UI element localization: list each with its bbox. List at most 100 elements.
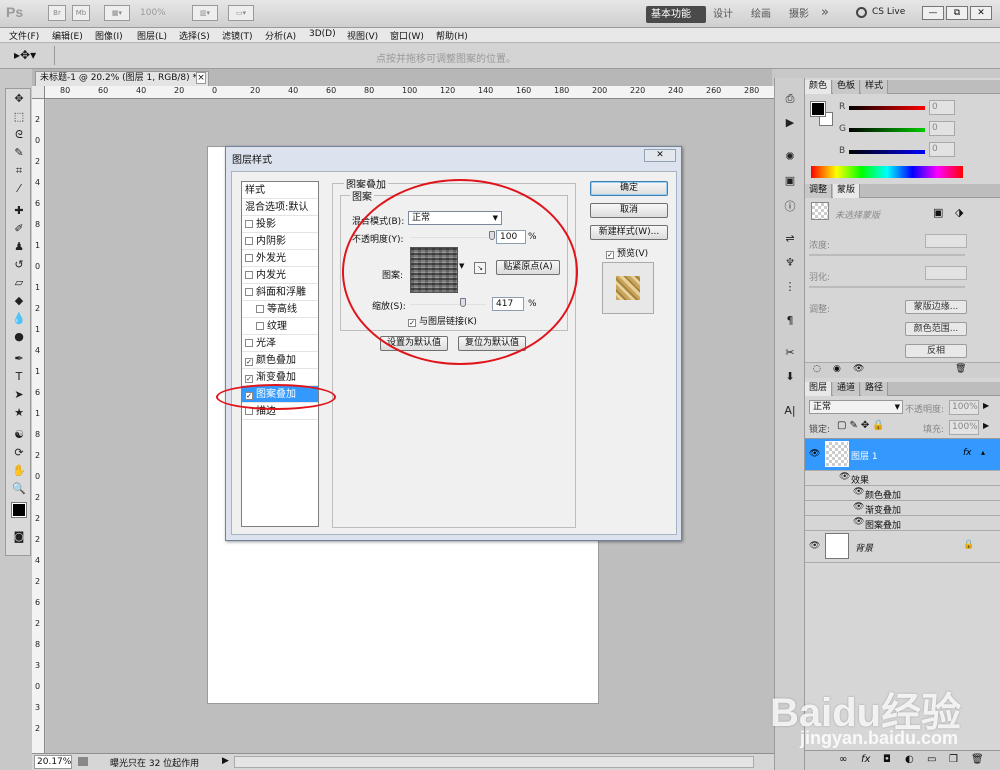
feather-field[interactable] — [925, 266, 967, 280]
menu-window[interactable]: 窗口(W) — [390, 29, 424, 42]
cs-live-menu[interactable]: CS Live — [872, 7, 905, 17]
zoom-level-select[interactable]: 100% — [140, 8, 166, 18]
effect-eye-icon[interactable]: 👁 — [853, 502, 864, 512]
style-item[interactable]: 等高线 — [242, 301, 318, 318]
feather-slider[interactable] — [809, 286, 965, 288]
quick-select-tool-icon[interactable]: ✎ — [10, 145, 28, 161]
layer-fill-field[interactable]: 100% — [949, 420, 979, 435]
character-panel-icon[interactable]: A| — [781, 404, 799, 420]
history-brush-tool-icon[interactable]: ↺ — [10, 257, 28, 273]
blur-tool-icon[interactable]: 💧 — [10, 311, 28, 327]
info-panel-icon[interactable]: ⓘ — [781, 198, 799, 214]
ruler-origin[interactable] — [32, 86, 45, 99]
tab-color[interactable]: 颜色 — [805, 80, 833, 94]
hand-tool-icon[interactable]: ✋ — [10, 463, 28, 479]
move-tool-preset-icon[interactable]: ▸✥▾ — [14, 48, 36, 62]
menu-filter[interactable]: 滤镜(T) — [222, 29, 253, 42]
restore-button[interactable]: ⧉ — [946, 6, 968, 20]
style-checkbox[interactable] — [245, 237, 253, 245]
tab-masks[interactable]: 蒙版 — [833, 184, 861, 198]
crop-tool-icon[interactable]: ⌗ — [10, 163, 28, 179]
tab-adjustments[interactable]: 调整 — [805, 184, 833, 198]
3d-orbit-tool-icon[interactable]: ⟳ — [10, 445, 28, 461]
style-checkbox[interactable] — [245, 288, 253, 296]
mini-bridge-icon[interactable]: Mb — [72, 5, 90, 21]
lasso-tool-icon[interactable]: ᘓ — [10, 127, 28, 143]
style-item[interactable]: 内阴影 — [242, 233, 318, 250]
style-checkbox[interactable] — [245, 271, 253, 279]
preview-checkbox[interactable]: ✓ — [606, 251, 614, 259]
tab-channels[interactable]: 通道 — [833, 382, 861, 396]
tab-swatches[interactable]: 色板 — [833, 80, 861, 94]
fx-badge-icon[interactable]: fx — [963, 448, 972, 458]
minimize-button[interactable]: — — [922, 6, 944, 20]
tool-presets-icon[interactable]: ⇌ — [781, 232, 799, 248]
effect-eye-icon[interactable]: 👁 — [853, 517, 864, 527]
style-checkbox[interactable] — [245, 220, 253, 228]
effects-row[interactable]: 👁 效果 — [805, 471, 1000, 486]
type-tool-icon[interactable]: T — [10, 369, 28, 385]
styles-header[interactable]: 样式 — [242, 182, 318, 199]
more-workspaces-icon[interactable]: » — [816, 4, 834, 21]
brush-tool-icon[interactable]: ✐ — [10, 221, 28, 237]
add-style-icon[interactable]: fx — [861, 754, 870, 765]
link-layers-icon[interactable]: ∞ — [839, 754, 847, 765]
workspace-basic[interactable]: 基本功能 — [646, 6, 706, 23]
bridge-icon[interactable]: Br — [48, 5, 66, 21]
visibility-eye-icon[interactable]: 👁 — [809, 449, 820, 459]
menu-analysis[interactable]: 分析(A) — [265, 29, 296, 42]
foreground-color-swatch[interactable] — [11, 502, 27, 518]
tab-styles[interactable]: 样式 — [861, 80, 889, 94]
green-slider[interactable] — [849, 128, 925, 132]
actions-panel-icon[interactable]: ▶ — [781, 116, 799, 132]
menu-image[interactable]: 图像(I) — [95, 29, 123, 42]
move-tool-icon[interactable]: ✥ — [10, 91, 28, 107]
paragraph-panel-icon[interactable]: ¶ — [781, 314, 799, 330]
style-item[interactable]: 纹理 — [242, 318, 318, 335]
blue-slider[interactable] — [849, 150, 925, 154]
clone-stamp-tool-icon[interactable]: ♟ — [10, 239, 28, 255]
effects-eye-icon[interactable]: 👁 — [839, 472, 850, 482]
menu-select[interactable]: 选择(S) — [179, 29, 210, 42]
load-selection-icon[interactable]: ◌ — [813, 364, 821, 374]
menu-help[interactable]: 帮助(H) — [436, 29, 468, 42]
notes-icon[interactable]: ♆ — [781, 256, 799, 272]
red-value[interactable]: 0 — [929, 100, 955, 115]
foreground-color[interactable] — [810, 101, 826, 117]
green-value[interactable]: 0 — [929, 121, 955, 136]
eraser-tool-icon[interactable]: ▱ — [10, 275, 28, 291]
screen-mode-icon[interactable]: ▭▾ — [228, 5, 254, 21]
delete-mask-icon[interactable]: 🗑 — [955, 364, 966, 374]
dodge-tool-icon[interactable]: ● — [10, 329, 28, 345]
density-slider[interactable] — [809, 254, 965, 256]
tab-layers[interactable]: 图层 — [805, 382, 833, 396]
animation-icon[interactable]: ⋮ — [781, 280, 799, 296]
measurement-panel-icon[interactable]: ⬇ — [781, 370, 799, 386]
horizontal-scrollbar[interactable] — [234, 756, 754, 768]
style-checkbox[interactable] — [256, 305, 264, 313]
vector-mask-icon[interactable]: ⬗ — [955, 206, 963, 219]
cancel-button[interactable]: 取消 — [590, 203, 668, 218]
view-mask-icon[interactable]: 👁 — [853, 364, 864, 374]
new-style-button[interactable]: 新建样式(W)... — [590, 225, 668, 240]
workspace-painting[interactable]: 绘画 — [746, 6, 776, 23]
new-group-icon[interactable]: ▭ — [927, 754, 936, 765]
delete-layer-icon[interactable]: 🗑 — [971, 754, 984, 765]
lock-icons[interactable]: ▢✎✥🔒 — [837, 420, 888, 431]
invert-button[interactable]: 反相 — [905, 344, 967, 358]
style-checkbox[interactable] — [245, 339, 253, 347]
layer1-name[interactable]: 图层 1 — [851, 449, 878, 462]
layer-row-layer1[interactable]: 👁 图层 1 fx ▴ — [805, 439, 1000, 471]
style-checkbox-checked[interactable]: ✓ — [245, 375, 253, 383]
background-layer-name[interactable]: 背景 — [855, 541, 873, 554]
3d-rotate-tool-icon[interactable]: ☯ — [10, 427, 28, 443]
style-item[interactable]: 外发光 — [242, 250, 318, 267]
quick-mask-icon[interactable]: ◙ — [10, 529, 28, 545]
eyedropper-tool-icon[interactable]: ⁄ — [10, 181, 28, 197]
ok-button[interactable]: 确定 — [590, 181, 668, 196]
zoom-field[interactable]: 20.17% — [34, 755, 72, 769]
menu-3d[interactable]: 3D(D) — [309, 29, 336, 39]
document-tab[interactable]: 未标题-1 @ 20.2% (图层 1, RGB/8) * × — [35, 71, 209, 86]
preview-option[interactable]: ✓ 预览(V) — [606, 246, 648, 259]
workspace-design[interactable]: 设计 — [708, 6, 738, 23]
